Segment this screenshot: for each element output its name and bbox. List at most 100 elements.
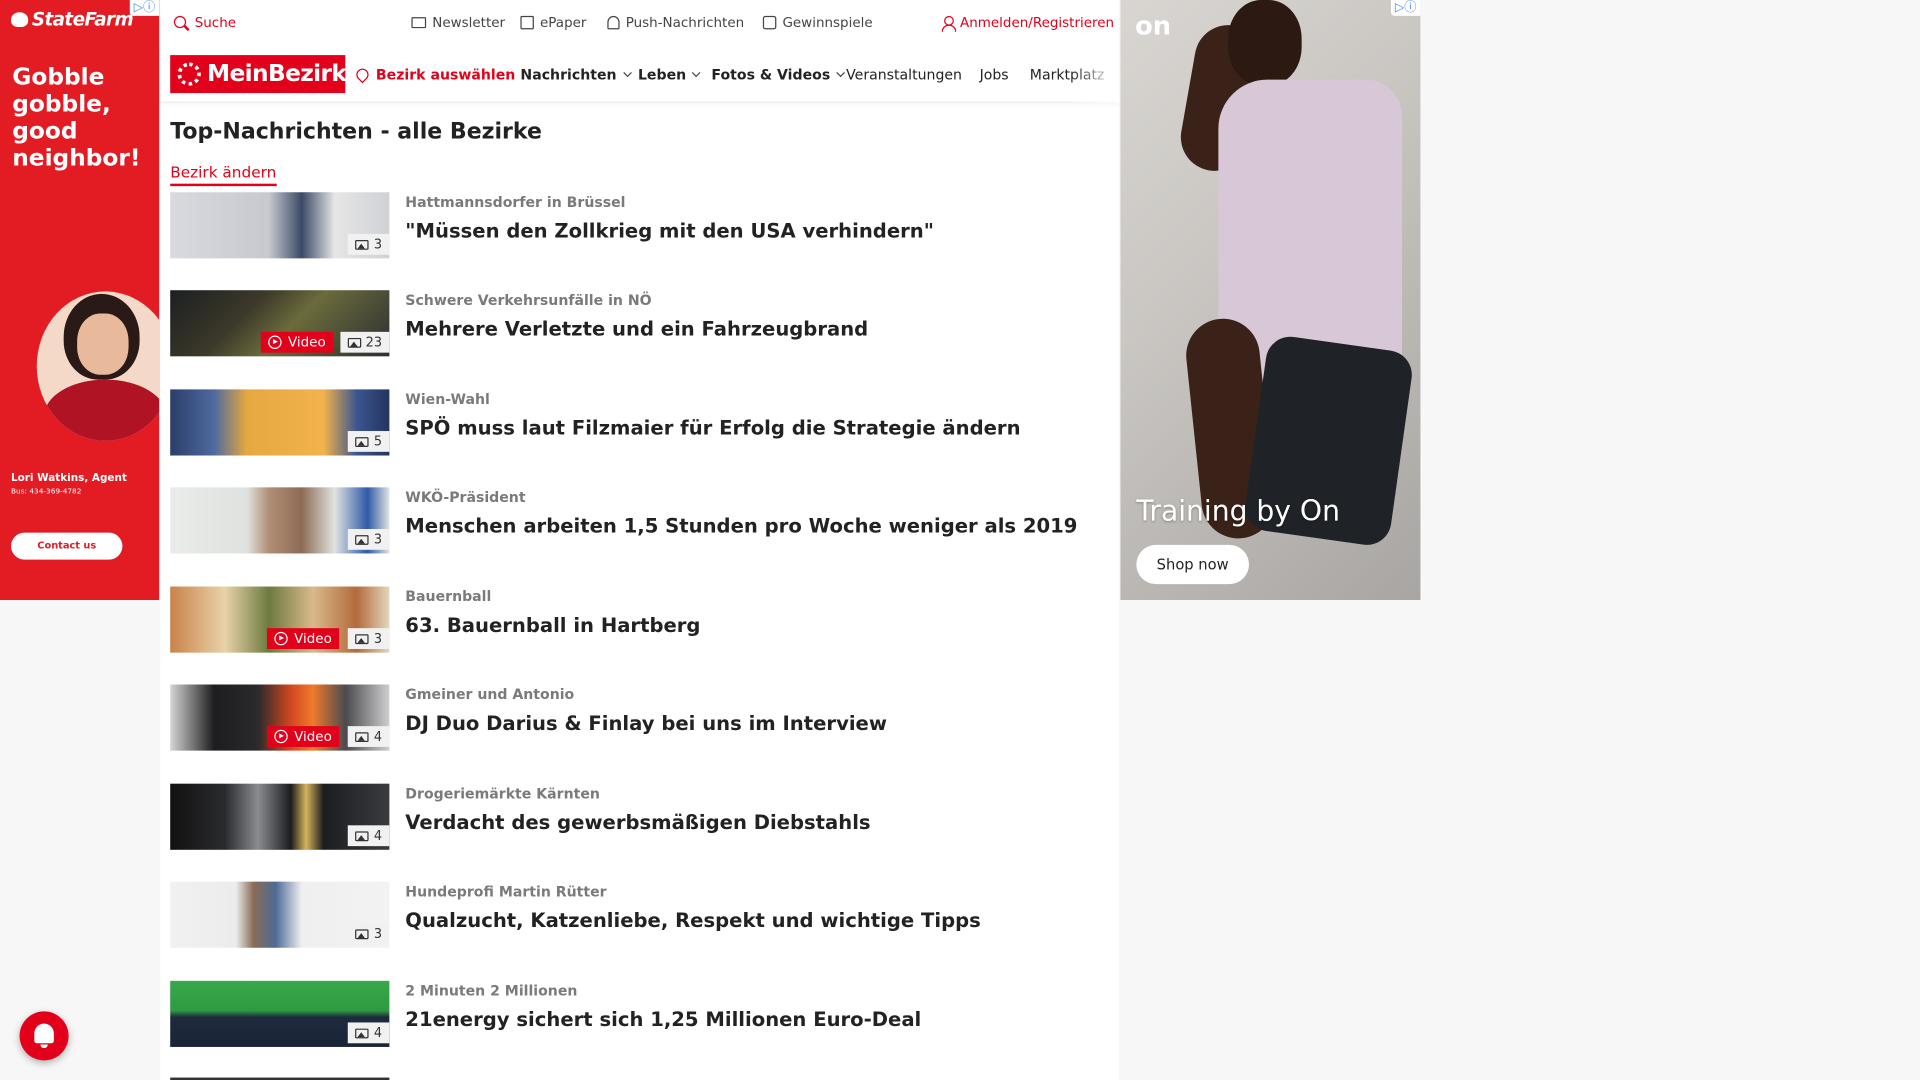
agent-photo — [36, 291, 160, 441]
push-notifications-link[interactable]: Push-Nachrichten — [607, 15, 744, 31]
image-count-badge: 4 — [348, 1022, 390, 1044]
image-count-badge: 3 — [348, 923, 390, 945]
search-icon — [173, 15, 189, 30]
games-link[interactable]: Gewinnspiele — [762, 15, 873, 31]
image-count-badge: 4 — [348, 825, 390, 847]
article-item[interactable]: 3 Hundeprofi Martin Rütter Qualzucht, Ka… — [170, 881, 1113, 951]
gift-icon — [762, 15, 777, 30]
left-ad-banner[interactable]: StateFarm ▷ⓘ Gobble gobble, good neighbo… — [0, 0, 160, 601]
play-icon — [274, 631, 288, 646]
images-icon — [355, 534, 369, 545]
adchoices-icon[interactable]: ▷ⓘ — [1391, 0, 1421, 16]
search-link[interactable]: Suche — [173, 15, 236, 31]
article-kicker: Gmeiner und Antonio — [405, 685, 575, 703]
ad-figure-head — [1228, 0, 1302, 86]
article-item[interactable]: 4 Drogeriemärkte Kärnten Verdacht des ge… — [170, 783, 1113, 853]
shop-now-button[interactable]: Shop now — [1136, 544, 1249, 585]
nav-item-leben[interactable]: Leben — [638, 66, 701, 83]
article-thumbnail[interactable]: Video 23 — [170, 290, 390, 357]
main-navigation: MeinBezirk Bezirk auswählen Nachrichten … — [160, 46, 1120, 103]
video-badge: Video — [267, 628, 340, 649]
article-headline[interactable]: 63. Bauernball in Hartberg — [405, 613, 700, 636]
images-icon — [355, 830, 369, 841]
adchoices-icon[interactable]: ▷ⓘ — [129, 0, 160, 16]
article-kicker: Schwere Verkehrsunfälle in NÖ — [405, 291, 652, 309]
article-kicker: Hattmannsdorfer in Brüssel — [405, 193, 626, 211]
article-item[interactable]: Video 3 Bauernball 63. Bauernball in Har… — [170, 586, 1113, 656]
contact-us-button[interactable]: Contact us — [11, 532, 123, 560]
article-thumbnail[interactable]: Video 4 — [170, 684, 390, 751]
chevron-down-icon — [836, 68, 845, 78]
page-title: Top-Nachrichten - alle Bezirke — [170, 118, 542, 145]
newsletter-link[interactable]: Newsletter — [411, 15, 505, 31]
newspaper-icon — [520, 15, 534, 30]
article-headline[interactable]: Menschen arbeiten 1,5 Stunden pro Woche … — [405, 514, 1077, 537]
article-item[interactable]: Video 23 Schwere Verkehrsunfälle in NÖ M… — [170, 290, 1113, 359]
right-ad-banner[interactable]: on ▷ⓘ Training by On Shop now — [1120, 0, 1421, 601]
login-link[interactable]: Anmelden/Registrieren — [941, 15, 1114, 32]
meinbezirk-logo[interactable]: MeinBezirk — [170, 55, 347, 94]
nav-item-veranstaltungen[interactable]: Veranstaltungen — [846, 66, 962, 83]
image-count-badge: 3 — [348, 233, 390, 255]
image-count-badge: 23 — [339, 331, 390, 353]
agent-phone: Bus: 434-369-4782 — [11, 487, 82, 496]
article-kicker: Hundeprofi Martin Rütter — [405, 882, 607, 901]
article-kicker: WKÖ-Präsident — [405, 488, 526, 506]
ad-headline: Gobble gobble, good neighbor! — [12, 63, 141, 172]
article-thumbnail[interactable]: 3 — [170, 881, 390, 948]
article-kicker: Drogeriemärkte Kärnten — [405, 784, 600, 803]
image-count-badge: 3 — [348, 628, 390, 649]
article-headline[interactable]: 21energy sichert sich 1,25 Millionen Eur… — [405, 1008, 921, 1031]
article-thumbnail[interactable]: 3 — [170, 487, 390, 554]
article-headline[interactable]: Mehrere Verletzte und ein Fahrzeugbrand — [405, 317, 868, 340]
play-icon — [268, 335, 282, 349]
article-thumbnail[interactable]: Video 3 — [170, 586, 390, 653]
article-item[interactable]: 5 Wien-Wahl SPÖ muss laut Filzmaier für … — [170, 389, 1113, 458]
images-icon — [347, 337, 361, 348]
image-count-badge: 4 — [348, 726, 390, 747]
article-thumbnail[interactable]: 3 — [170, 192, 390, 259]
article-headline[interactable]: "Müssen den Zollkrieg mit den USA verhin… — [405, 219, 934, 242]
article-headline[interactable]: DJ Duo Darius & Finlay bei uns im Interv… — [405, 711, 887, 734]
agent-name: Lori Watkins, Agent — [11, 472, 127, 485]
logo-sun-icon — [177, 62, 201, 86]
notification-bell-button[interactable] — [19, 1011, 69, 1061]
change-district-link[interactable]: Bezirk ändern — [170, 163, 277, 187]
bell-icon — [607, 15, 620, 30]
nav-item-jobs[interactable]: Jobs — [980, 66, 1009, 83]
images-icon — [355, 436, 369, 447]
play-icon — [274, 729, 288, 744]
epaper-link[interactable]: ePaper — [520, 15, 586, 31]
district-select[interactable]: Bezirk auswählen — [356, 66, 515, 83]
article-kicker: 2 Minuten 2 Millionen — [405, 982, 578, 1000]
article-headline[interactable]: Qualzucht, Katzenliebe, Respekt und wich… — [405, 909, 980, 932]
images-icon — [355, 633, 369, 644]
statefarm-logo: StateFarm — [11, 9, 134, 31]
images-icon — [355, 239, 369, 250]
article-item[interactable]: Video 4 Gmeiner und Antonio DJ Duo Dariu… — [170, 684, 1113, 753]
nav-item-nachrichten[interactable]: Nachrichten — [520, 66, 632, 83]
video-badge: Video — [261, 331, 334, 353]
on-logo: on — [1135, 11, 1172, 41]
image-count-badge: 3 — [348, 528, 390, 550]
article-headline[interactable]: Verdacht des gewerbsmäßigen Diebstahls — [405, 811, 870, 834]
mail-icon — [411, 17, 427, 29]
video-badge: Video — [267, 726, 340, 747]
images-icon — [355, 1027, 369, 1038]
chevron-down-icon — [692, 68, 701, 78]
images-icon — [355, 928, 369, 939]
article-item[interactable]: 3 Hattmannsdorfer in Brüssel "Müssen den… — [170, 192, 1113, 261]
article-thumbnail[interactable]: 5 — [170, 389, 390, 456]
nav-item-fotos-videos[interactable]: Fotos & Videos — [711, 66, 845, 83]
top-utility-bar: Suche Newsletter ePaper Push-Nachrichten… — [160, 0, 1119, 47]
article-item[interactable]: 3 WKÖ-Präsident Menschen arbeiten 1,5 St… — [170, 487, 1113, 556]
article-thumbnail[interactable]: 4 — [170, 783, 390, 850]
ad-tagline: Training by On — [1136, 495, 1340, 528]
article-item[interactable]: 4 2 Minuten 2 Millionen 21energy sichert… — [170, 980, 1113, 1050]
main-content: Suche Newsletter ePaper Push-Nachrichten… — [160, 0, 1120, 1080]
user-icon — [941, 15, 957, 32]
article-kicker: Wien-Wahl — [405, 390, 490, 408]
article-thumbnail[interactable]: 4 — [170, 980, 390, 1047]
article-headline[interactable]: SPÖ muss laut Filzmaier für Erfolg die S… — [405, 416, 1020, 439]
image-count-badge: 5 — [348, 431, 390, 452]
